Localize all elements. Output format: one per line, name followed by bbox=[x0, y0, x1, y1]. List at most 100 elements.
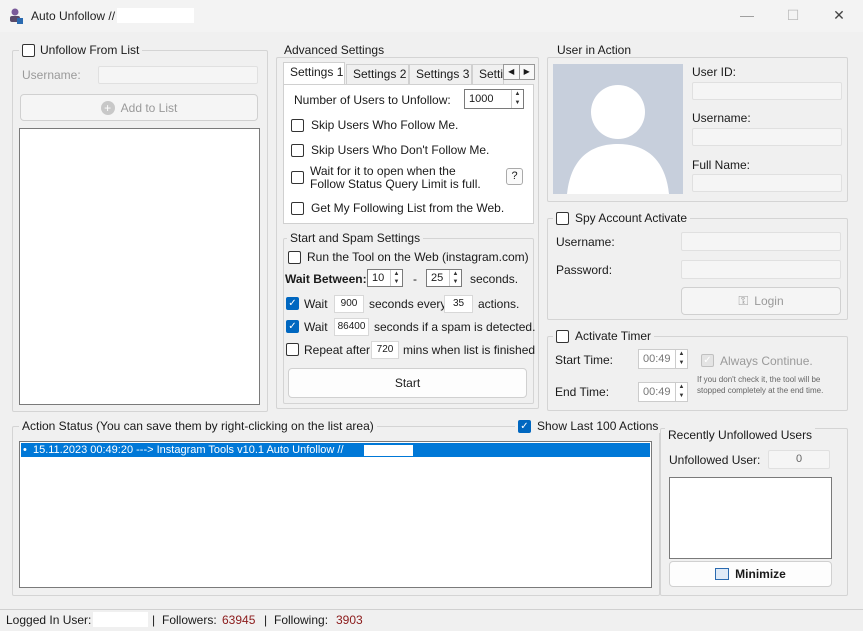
chevron-up-icon: ▲ bbox=[678, 351, 685, 357]
spy-account-header: Spy Account Activate bbox=[553, 211, 691, 225]
full-name-field bbox=[692, 174, 842, 192]
action-status-title: Action Status (You can save them by righ… bbox=[19, 419, 377, 433]
chevron-up-icon: ▲ bbox=[514, 91, 521, 97]
followers-count: 63945 bbox=[222, 613, 256, 627]
show-last-checkbox[interactable]: ✓ bbox=[518, 419, 531, 433]
username-field bbox=[692, 128, 842, 146]
separator-1: | bbox=[152, 613, 156, 627]
wait-max-value: 25 bbox=[431, 272, 444, 284]
user-list-box[interactable] bbox=[19, 128, 260, 405]
chevron-up-icon: ▲ bbox=[393, 271, 400, 277]
start-time-picker[interactable]: 00:49 ▲ ▼ bbox=[638, 349, 688, 369]
every-input[interactable]: 35 bbox=[444, 295, 473, 313]
add-to-list-button[interactable]: + Add to List bbox=[20, 94, 258, 121]
tab-settings-1[interactable]: Settings 1 bbox=[283, 62, 345, 84]
tab-scroll-left-icon[interactable]: ◀ bbox=[504, 65, 520, 79]
login-button[interactable]: ⚿ Login bbox=[681, 287, 841, 315]
wait2-label: Wait bbox=[304, 320, 328, 334]
app-user-icon bbox=[10, 8, 23, 24]
list-username-input[interactable] bbox=[98, 66, 258, 84]
logged-in-label: Logged In User: bbox=[6, 613, 92, 627]
followers-label: Followers: bbox=[162, 613, 217, 627]
repeat-suffix-label: mins when list is finished bbox=[403, 343, 536, 357]
recent-list-box[interactable] bbox=[669, 477, 832, 559]
user-id-field bbox=[692, 82, 842, 100]
close-window-button[interactable]: ✕ bbox=[816, 0, 862, 30]
num-users-value: 1000 bbox=[469, 93, 494, 105]
log-entry[interactable]: • 15.11.2023 00:49:20 ---> Instagram Too… bbox=[21, 443, 650, 457]
following-label: Following: bbox=[274, 613, 329, 627]
stepper-arrows[interactable]: ▲ ▼ bbox=[511, 90, 523, 108]
skip-follow-checkbox[interactable] bbox=[291, 118, 304, 132]
get-following-checkbox[interactable] bbox=[291, 201, 304, 215]
avatar bbox=[553, 64, 683, 194]
repeat-checkbox[interactable] bbox=[286, 343, 299, 356]
key-icon: ⚿ bbox=[738, 293, 749, 308]
range-dash: - bbox=[413, 272, 417, 286]
wait-min-arrows[interactable]: ▲ ▼ bbox=[390, 270, 402, 286]
wait-open-line2: Follow Status Query Limit is full. bbox=[310, 177, 481, 191]
wait-open-checkbox[interactable] bbox=[291, 171, 304, 184]
minimize-button[interactable]: Minimize bbox=[669, 561, 832, 587]
minimize-to-tray-icon bbox=[715, 568, 730, 580]
user-id-label: User ID: bbox=[692, 65, 737, 79]
repeat-input[interactable]: 720 bbox=[371, 341, 399, 359]
chevron-down-icon: ▼ bbox=[678, 360, 685, 366]
wait-between-label: Wait Between: bbox=[285, 272, 367, 286]
num-users-stepper[interactable]: 1000 ▲ ▼ bbox=[464, 89, 524, 109]
skip-not-follow-label: Skip Users Who Don't Follow Me. bbox=[311, 143, 490, 157]
num-users-label: Number of Users to Unfollow: bbox=[294, 93, 451, 107]
start-time-arrows[interactable]: ▲ ▼ bbox=[675, 350, 687, 368]
activate-timer-checkbox[interactable] bbox=[556, 329, 569, 343]
full-name-label: Full Name: bbox=[692, 158, 751, 172]
add-to-list-label: Add to List bbox=[120, 100, 178, 115]
run-web-label: Run the Tool on the Web (instagram.com) bbox=[307, 250, 529, 264]
tab-settings-4[interactable]: Setti bbox=[472, 64, 504, 84]
help-button[interactable]: ? bbox=[506, 168, 523, 185]
unfollow-from-list-checkbox[interactable] bbox=[22, 43, 35, 57]
spy-username-input[interactable] bbox=[681, 232, 841, 251]
get-following-row: Get My Following List from the Web. bbox=[291, 201, 504, 215]
tab-scroll-right-icon[interactable]: ▶ bbox=[520, 65, 535, 79]
tab-settings-3[interactable]: Settings 3 bbox=[409, 64, 472, 84]
redacted-log bbox=[364, 445, 413, 456]
wait-max-arrows[interactable]: ▲ ▼ bbox=[449, 270, 461, 286]
skip-not-follow-checkbox[interactable] bbox=[291, 143, 304, 157]
timer-note-line2: stopped completely at the end time. bbox=[697, 386, 824, 395]
spam-wait-input[interactable]: 86400 bbox=[334, 318, 369, 336]
spy-password-label: Password: bbox=[556, 263, 613, 277]
spy-account-checkbox[interactable] bbox=[556, 211, 569, 225]
seconds-label: seconds. bbox=[470, 272, 519, 286]
end-time-label: End Time: bbox=[555, 385, 610, 399]
minimize-window-button[interactable]: — bbox=[724, 0, 770, 30]
person-placeholder-icon bbox=[567, 85, 669, 194]
show-last-header: ✓ Show Last 100 Actions bbox=[515, 419, 662, 433]
chevron-down-icon: ▼ bbox=[452, 279, 459, 285]
always-continue-label: Always Continue. bbox=[720, 354, 813, 368]
spy-username-label: Username: bbox=[556, 235, 615, 249]
run-web-row: Run the Tool on the Web (instagram.com) bbox=[288, 250, 529, 264]
timer-note-line1: If you don't check it, the tool will be bbox=[697, 375, 821, 384]
start-time-label: Start Time: bbox=[555, 353, 614, 367]
action-log-list[interactable] bbox=[19, 441, 652, 588]
bullet-icon: • bbox=[23, 444, 33, 456]
user-in-action-title: User in Action bbox=[554, 43, 635, 57]
unfollow-from-list-header: Unfollow From List bbox=[19, 43, 143, 57]
spam-wait-checkbox[interactable]: ✓ bbox=[286, 320, 299, 333]
activate-timer-label: Activate Timer bbox=[575, 329, 652, 343]
start-button[interactable]: Start bbox=[288, 368, 527, 398]
always-continue-checkbox[interactable]: ✓ bbox=[701, 354, 714, 367]
wait1-label: Wait bbox=[304, 297, 328, 311]
wait-max-stepper[interactable]: 25 ▲ ▼ bbox=[426, 269, 462, 287]
chevron-up-icon: ▲ bbox=[452, 271, 459, 277]
end-time-arrows[interactable]: ▲ ▼ bbox=[675, 383, 687, 401]
wait-min-stepper[interactable]: 10 ▲ ▼ bbox=[367, 269, 403, 287]
end-time-picker[interactable]: 00:49 ▲ ▼ bbox=[638, 382, 688, 402]
run-web-checkbox[interactable] bbox=[288, 250, 301, 264]
maximize-window-button[interactable]: ☐ bbox=[770, 0, 816, 30]
wait-open-label: Wait for it to open when the Follow Stat… bbox=[310, 165, 481, 191]
wait1-input[interactable]: 900 bbox=[334, 295, 364, 313]
spy-password-input[interactable] bbox=[681, 260, 841, 279]
tab-settings-2[interactable]: Settings 2 bbox=[346, 64, 409, 84]
wait-actions-checkbox[interactable]: ✓ bbox=[286, 297, 299, 310]
